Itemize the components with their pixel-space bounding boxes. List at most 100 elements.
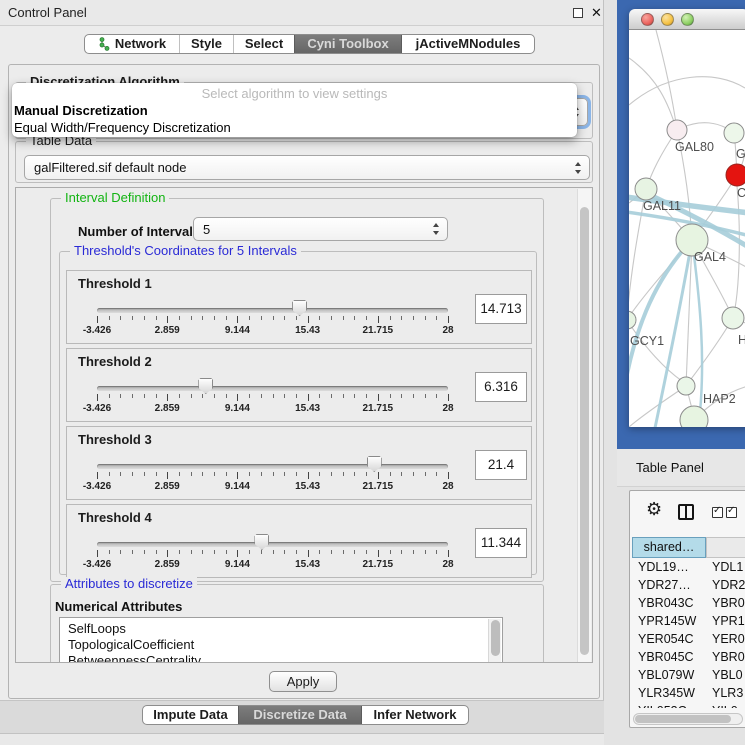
table-cell[interactable]: YBL079W [632,666,706,684]
tab-label: Style [191,35,222,53]
settings-vertical-scrollbar[interactable] [577,189,591,663]
tab-network[interactable]: Network [85,35,179,53]
table-cell[interactable]: YPR145W [632,612,706,630]
network-node[interactable] [635,178,657,200]
apply-button[interactable]: Apply [269,671,337,692]
table-cell[interactable]: YBR0 [706,594,745,612]
tab-impute-data[interactable]: Impute Data [143,706,238,724]
close-traffic-light-icon[interactable] [641,13,654,26]
column-header-name[interactable]: name [706,537,745,558]
network-node[interactable] [722,307,744,329]
network-node[interactable] [726,164,745,186]
table-cell[interactable]: YLR3 [706,684,745,702]
table-row[interactable]: YLR345WYLR3 [632,684,745,702]
float-window-icon[interactable] [573,8,583,18]
threshold-4-value-field[interactable]: 11.344 [475,528,527,558]
numerical-attributes-list[interactable]: SelfLoopsTopologicalCoefficientBetweenne… [59,617,503,663]
column-header-shared[interactable]: shared… [632,537,706,558]
threshold-3-label: Threshold 3 [78,432,152,447]
tab-label: Impute Data [153,706,227,724]
threshold-4-slider-thumb[interactable] [254,534,269,550]
table-row[interactable]: YIL053CYIL0 [632,702,745,708]
network-icon [98,37,110,51]
threshold-3-slider-track[interactable] [97,464,448,469]
table-row[interactable]: YPR145WYPR1 [632,612,745,630]
attribute-item-topologicalcoefficient[interactable]: TopologicalCoefficient [60,637,502,653]
attributes-group: Attributes to discretize Numerical Attri… [50,584,544,663]
table-horizontal-scrollbar[interactable] [633,713,743,725]
tab-label: Infer Network [373,706,456,724]
attribute-item-selfloops[interactable]: SelfLoops [60,618,502,637]
network-node-label: GAL80 [675,140,714,154]
tab-style[interactable]: Style [179,35,233,53]
table-cell[interactable]: YBR043C [632,594,706,612]
table-cell[interactable]: YER054C [632,630,706,648]
network-canvas[interactable]: GAL80GAGAL11CGAL4GCY1HHAP2 [629,30,745,427]
tab-infer-network[interactable]: Infer Network [361,706,468,724]
threshold-1-label: Threshold 1 [78,276,152,291]
algorithm-option-equal-width-frequency-discretization[interactable]: Equal Width/Frequency Discretization [12,119,577,136]
threshold-1-value-field[interactable]: 14.713 [475,294,527,324]
table-cell[interactable]: YDR27… [632,576,706,594]
threshold-1-slider-thumb[interactable] [292,300,307,316]
scrollbar-thumb[interactable] [491,620,500,656]
zoom-traffic-light-icon[interactable] [681,13,694,26]
network-node[interactable] [667,120,687,140]
gear-icon[interactable]: ⚙ [646,499,662,520]
table-header-row: shared…name [632,537,745,558]
table-cell[interactable]: YIL0 [706,702,745,708]
table-cell[interactable]: YER0 [706,630,745,648]
network-node[interactable] [677,377,695,395]
threshold-2-value-field[interactable]: 6.316 [475,372,527,402]
threshold-3-slider-thumb[interactable] [367,456,382,472]
table-cell[interactable]: YLR345W [632,684,706,702]
tab-discretize-data[interactable]: Discretize Data [238,706,361,724]
table-cell[interactable]: YDL1 [706,558,745,576]
threshold-2-slider-track[interactable] [97,386,448,391]
columns-icon[interactable] [678,504,694,520]
table-cell[interactable]: YDL19… [632,558,706,576]
algorithm-option-manual-discretization[interactable]: Manual Discretization [12,102,577,119]
network-edge[interactable] [656,30,677,130]
table-row[interactable]: YDL19…YDL1 [632,558,745,576]
network-node[interactable] [680,406,708,427]
table-cell[interactable]: YBR0 [706,648,745,666]
close-icon[interactable]: ✕ [591,4,602,22]
checkbox-select-all-icon[interactable] [712,507,723,518]
network-node[interactable] [629,311,636,329]
network-edge[interactable] [688,318,733,383]
network-edge[interactable] [629,77,745,105]
threshold-2-slider-thumb[interactable] [198,378,213,394]
attribute-list-scrollbar[interactable] [488,619,501,663]
table-row[interactable]: YER054CYER0 [632,630,745,648]
table-cell[interactable]: YPR1 [706,612,745,630]
numerical-attributes-label: Numerical Attributes [55,599,182,614]
scrollbar-thumb[interactable] [635,715,731,723]
table-row[interactable]: YBL079WYBL0 [632,666,745,684]
network-edge[interactable] [629,58,677,130]
scrollbar-thumb[interactable] [580,207,589,655]
control-panel-tabbar: Network Style SelectCyni ToolboxjActiveMNo… [84,34,535,54]
table-row[interactable]: YBR043CYBR0 [632,594,745,612]
table-cell[interactable]: YDR2 [706,576,745,594]
table-cell[interactable]: YBL0 [706,666,745,684]
network-edge-highlighted[interactable] [692,240,702,422]
threshold-1-slider-track[interactable] [97,308,448,313]
network-node[interactable] [724,123,744,143]
table-cell[interactable]: YBR045C [632,648,706,666]
checkbox-select-none-icon[interactable] [726,507,737,518]
network-edge[interactable] [733,186,739,318]
table-row[interactable]: YDR27…YDR2 [632,576,745,594]
table-row[interactable]: YBR045CYBR0 [632,648,745,666]
threshold-4-slider-track[interactable] [97,542,448,547]
minimize-traffic-light-icon[interactable] [661,13,674,26]
tab-cyni-toolbox[interactable]: Cyni Toolbox [294,35,401,53]
table-data-combobox[interactable]: galFiltered.sif default node [24,155,590,180]
algorithm-placeholder-option[interactable]: Select algorithm to view settings [12,86,577,102]
tab-jactivemnodules[interactable]: jActiveMNodules [401,35,534,53]
tab-select[interactable]: Select [233,35,294,53]
number-of-intervals-combobox[interactable]: 5 [193,217,448,241]
threshold-3-value-field[interactable]: 21.4 [475,450,527,480]
table-cell[interactable]: YIL053C [632,702,706,708]
attribute-item-betweennesscentrality[interactable]: BetweennessCentrality [60,653,502,663]
